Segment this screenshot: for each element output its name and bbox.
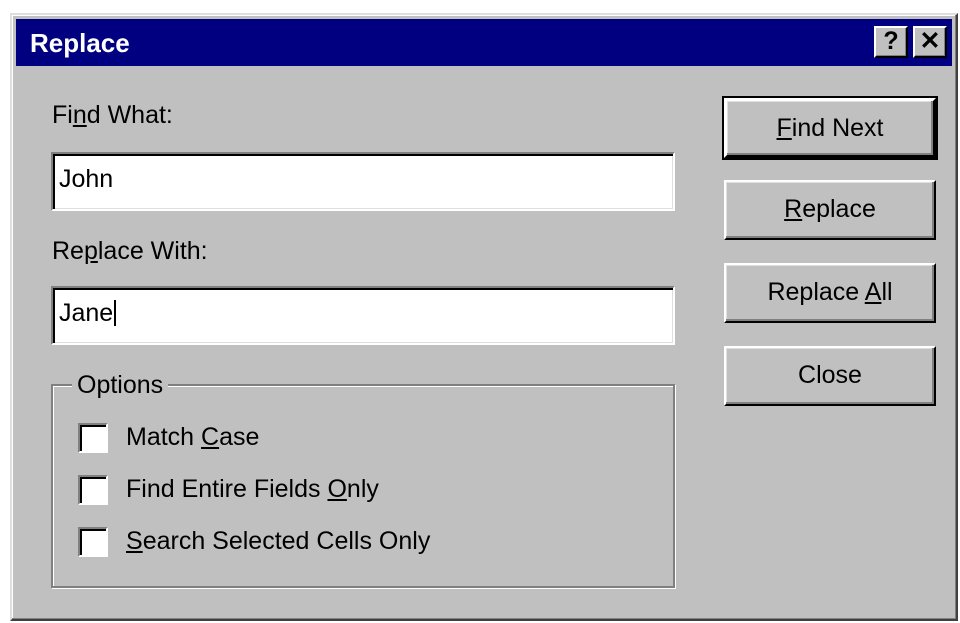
match-case-label-part: ase [219,423,260,451]
match-case-label-part: Match [126,423,202,451]
replace-with-input[interactable]: Jane [51,286,675,345]
replace-with-accelerator: p [83,237,98,265]
find-next-accelerator: F [776,114,792,142]
replace-with-value: Jane [59,299,114,327]
replace-all-label-part: ll [881,278,893,306]
selected-cells-accelerator: S [126,527,143,555]
replace-accelerator: R [784,195,803,223]
close-label: Close [798,361,862,389]
entire-fields-checkbox[interactable] [78,475,108,505]
title-bar[interactable]: Replace ? ✕ [16,19,952,66]
selected-cells-label-part: earch Selected Cells Only [142,527,431,555]
text-caret [114,300,117,326]
replace-dialog: Replace ? ✕ Find What: John Replace With… [10,13,958,621]
find-what-input[interactable]: John [51,152,675,211]
dialog-title: Replace [30,28,130,58]
find-next-button[interactable]: Find Next [722,96,938,160]
match-case-label[interactable]: Match Case [126,421,259,453]
close-button[interactable]: Close [724,346,936,406]
entire-fields-label-part: Find Entire Fields [126,475,328,503]
replace-all-label-part: Replace [767,278,865,306]
entire-fields-label[interactable]: Find Entire Fields Only [126,473,379,505]
entire-fields-label-part: nly [346,475,379,503]
close-icon[interactable]: ✕ [913,26,947,58]
replace-with-label-part: lace With: [97,237,208,265]
find-what-accelerator: n [72,101,87,129]
replace-with-label: Replace With: [52,236,208,266]
find-what-label-part: Fi [52,101,73,129]
replace-all-accelerator: A [864,278,882,306]
selected-cells-checkbox[interactable] [78,527,108,557]
find-what-label-part: d What: [86,101,173,129]
options-legend: Options [72,370,169,400]
replace-all-button[interactable]: Replace All [724,263,936,323]
entire-fields-accelerator: O [327,475,347,503]
find-what-value: John [59,165,114,193]
match-case-accelerator: C [201,423,220,451]
find-what-label: Find What: [52,100,173,130]
replace-with-label-part: Re [52,237,84,265]
replace-button[interactable]: Replace [724,180,936,240]
help-button[interactable]: ? [874,26,908,58]
match-case-checkbox[interactable] [78,423,108,453]
find-next-label-part: ind Next [791,114,884,142]
selected-cells-label[interactable]: Search Selected Cells Only [126,525,430,557]
replace-label-part: eplace [802,195,876,223]
